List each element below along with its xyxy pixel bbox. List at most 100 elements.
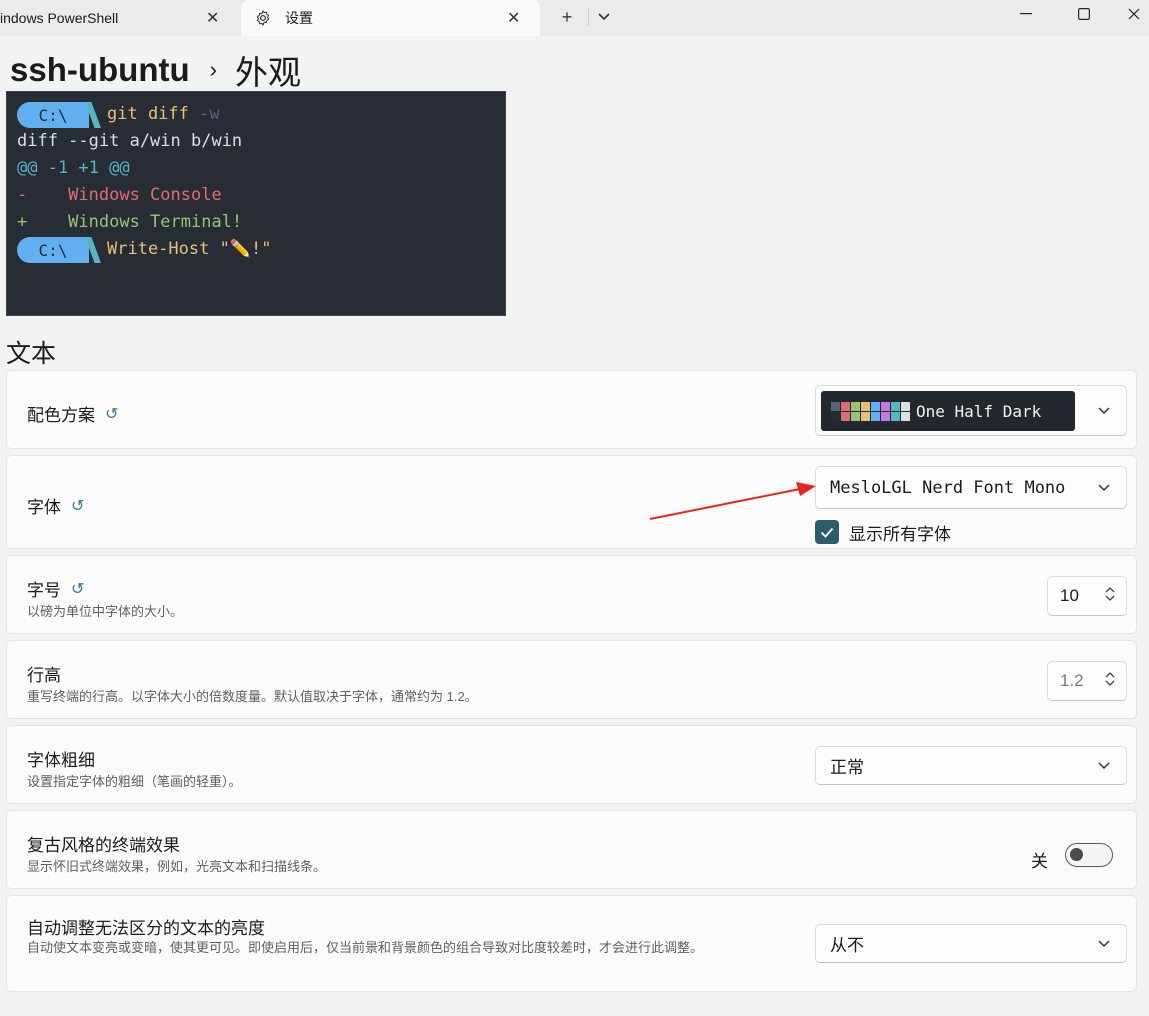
color-swatch — [861, 411, 870, 421]
tab-powershell[interactable]: indows PowerShell ✕ — [0, 0, 240, 36]
setting-title-text: 字体粗细 — [27, 751, 95, 770]
color-scheme-name: One Half Dark — [916, 401, 1042, 421]
chevron-down-icon — [1098, 758, 1110, 773]
setting-title: 自动调整无法区分的文本的亮度 — [27, 914, 265, 939]
spinner-arrows-icon[interactable] — [1104, 585, 1116, 606]
tab-label: 设置 — [285, 10, 313, 26]
font-size-spinner[interactable]: 10 — [1047, 576, 1127, 616]
color-swatch — [891, 401, 900, 411]
color-swatch — [861, 401, 870, 411]
reset-icon[interactable]: ↺ — [71, 579, 84, 599]
line-height-spinner[interactable]: 1.2 — [1047, 661, 1127, 701]
divider — [588, 8, 589, 26]
reset-icon[interactable]: ↺ — [105, 404, 118, 424]
tab-label: indows PowerShell — [0, 10, 119, 26]
color-swatch — [851, 411, 860, 421]
preview-line-6: Write-Host "✏️!" — [107, 239, 272, 259]
tab-settings[interactable]: 设置 ✕ — [241, 0, 540, 36]
prompt-segment: C:\ — [17, 102, 89, 128]
chevron-down-icon — [1098, 480, 1110, 495]
setting-title-text: 字体 — [27, 498, 61, 517]
setting-title-text: 自动调整无法区分的文本的亮度 — [27, 919, 265, 938]
preview-line-1: git diff -w — [107, 104, 220, 124]
reset-icon[interactable]: ↺ — [71, 496, 84, 516]
chevron-right-icon: › — [209, 57, 217, 82]
color-swatch — [891, 411, 900, 421]
font-weight-dropdown[interactable]: 正常 — [815, 746, 1127, 785]
color-swatch — [901, 411, 910, 421]
color-scheme-dropdown[interactable]: One Half Dark — [815, 385, 1127, 436]
preview-line-5: + Windows Terminal! — [17, 212, 243, 232]
adjust-brightness-value: 从不 — [830, 936, 864, 955]
show-all-fonts-label: 显示所有字体 — [849, 525, 951, 544]
color-swatch — [831, 401, 840, 411]
color-swatch — [881, 411, 890, 421]
font-weight-value: 正常 — [830, 758, 864, 777]
chevron-down-icon — [1098, 936, 1110, 951]
command-text: git diff — [107, 104, 200, 124]
setting-title: 字体粗细 — [27, 746, 95, 771]
chevron-down-icon[interactable] — [594, 6, 614, 28]
minimize-icon[interactable] — [1003, 0, 1049, 28]
setting-font-weight: 字体粗细 设置指定字体的粗细（笔画的轻重）。 正常 — [6, 725, 1137, 804]
setting-title-text: 配色方案 — [27, 406, 95, 425]
color-swatch — [831, 411, 840, 421]
color-swatch — [841, 411, 850, 421]
chevron-down-icon — [1098, 403, 1110, 418]
setting-title: 字体 ↺ — [27, 493, 84, 518]
color-swatches — [831, 401, 910, 421]
color-scheme-preview: One Half Dark — [821, 391, 1075, 431]
setting-title: 配色方案 ↺ — [27, 401, 118, 426]
setting-title-text: 字号 — [27, 581, 61, 600]
toggle-state-label: 关 — [1031, 852, 1048, 871]
show-all-fonts-checkbox[interactable] — [815, 520, 839, 544]
breadcrumb: ssh-ubuntu › 外观 — [10, 46, 301, 94]
font-value: MesloLGL Nerd Font Mono — [830, 477, 1066, 498]
setting-description: 自动使文本变亮或变暗，使其更可见。即使启用后，仅当前景和背景颜色的组合导致对比度… — [27, 940, 704, 955]
preview-line-2: diff --git a/win b/win — [17, 131, 243, 151]
retro-effects-toggle[interactable] — [1065, 843, 1113, 867]
close-icon[interactable]: ✕ — [507, 8, 520, 28]
adjust-brightness-dropdown[interactable]: 从不 — [815, 924, 1127, 963]
spinner-arrows-icon[interactable] — [1104, 670, 1116, 691]
close-icon[interactable]: ✕ — [206, 8, 219, 28]
setting-description: 重写终端的行高。以字体大小的倍数度量。默认值取决于字体，通常约为 1.2。 — [27, 689, 478, 704]
new-tab-icon[interactable]: + — [556, 6, 578, 28]
breadcrumb-current: 外观 — [234, 54, 301, 91]
toggle-knob — [1070, 848, 1083, 861]
setting-line-height: 行高 重写终端的行高。以字体大小的倍数度量。默认值取决于字体，通常约为 1.2。… — [6, 640, 1137, 719]
setting-retro-effects: 复古风格的终端效果 显示怀旧式终端效果，例如，光亮文本和扫描线条。 关 — [6, 810, 1137, 889]
setting-color-scheme: 配色方案 ↺ One Half Dark — [6, 370, 1137, 449]
color-swatch — [881, 401, 890, 411]
title-bar: indows PowerShell ✕ 设置 ✕ + — [0, 0, 1149, 36]
setting-title: 复古风格的终端效果 — [27, 831, 180, 856]
close-window-icon[interactable] — [1118, 0, 1149, 28]
setting-title: 行高 — [27, 661, 61, 686]
setting-title: 字号 ↺ — [27, 576, 84, 601]
font-size-value: 10 — [1060, 586, 1079, 605]
setting-font: 字体 ↺ MesloLGL Nerd Font Mono 显示所有字体 — [6, 455, 1137, 549]
color-swatch — [841, 401, 850, 411]
breadcrumb-parent[interactable]: ssh-ubuntu — [10, 51, 190, 89]
terminal-preview: C:\ git diff -w diff --git a/win b/win @… — [6, 91, 506, 316]
color-swatch — [901, 401, 910, 411]
preview-line-3: @@ -1 +1 @@ — [17, 158, 130, 178]
setting-title-text: 行高 — [27, 666, 61, 685]
color-swatch — [871, 411, 880, 421]
setting-description: 设置指定字体的粗细（笔画的轻重）。 — [27, 774, 242, 789]
maximize-icon[interactable] — [1061, 0, 1107, 28]
setting-adjust-brightness: 自动调整无法区分的文本的亮度 自动使文本变亮或变暗，使其更可见。即使启用后，仅当… — [6, 895, 1137, 992]
color-swatch — [851, 401, 860, 411]
prompt-segment: C:\ — [17, 237, 89, 263]
checkmark-icon — [820, 527, 834, 538]
setting-description: 以磅为单位中字体的大小。 — [27, 604, 184, 619]
setting-description: 显示怀旧式终端效果，例如，光亮文本和扫描线条。 — [27, 859, 327, 874]
setting-title-text: 复古风格的终端效果 — [27, 836, 180, 855]
setting-font-size: 字号 ↺ 以磅为单位中字体的大小。 10 — [6, 555, 1137, 634]
preview-line-4: - Windows Console — [17, 185, 222, 205]
color-swatch — [871, 401, 880, 411]
font-dropdown[interactable]: MesloLGL Nerd Font Mono — [815, 466, 1127, 509]
section-title: 文本 — [6, 340, 57, 368]
line-height-placeholder: 1.2 — [1060, 671, 1084, 690]
gear-icon — [253, 8, 273, 28]
